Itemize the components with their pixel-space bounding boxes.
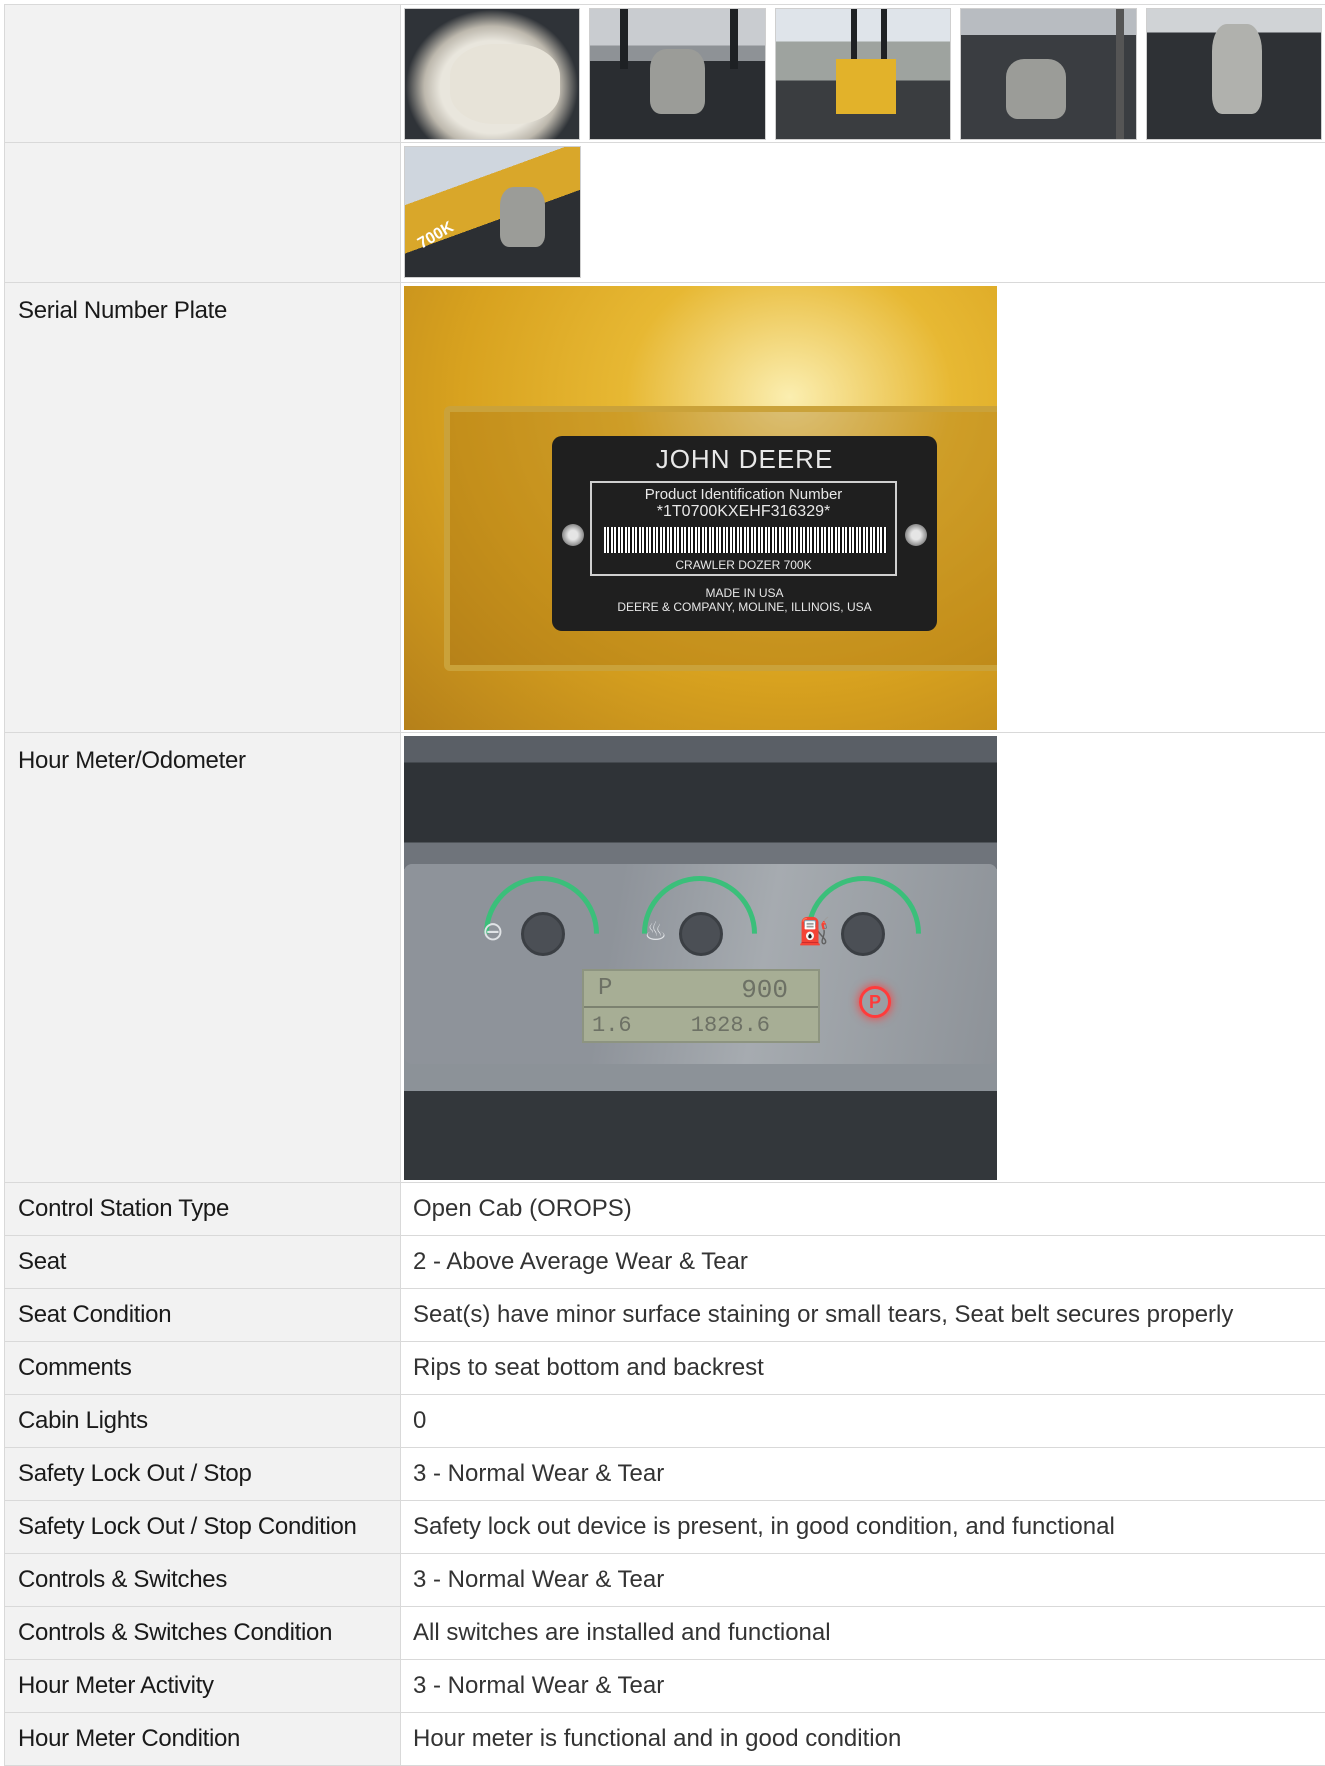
park-brake-icon: P (859, 986, 891, 1018)
photo-thumbnails: 700K (401, 143, 1325, 283)
row-value: 0 (401, 1395, 1325, 1448)
table-row: Controls & Switches3 - Normal Wear & Tea… (5, 1554, 1325, 1607)
lcd-display: P 900 1.6 1828.6 (582, 969, 820, 1043)
row-label: Seat Condition (5, 1289, 401, 1342)
photo-row-1 (5, 5, 1325, 143)
table-row: Seat2 - Above Average Wear & Tear (5, 1236, 1325, 1289)
row-label: Safety Lock Out / Stop (5, 1448, 401, 1501)
row-value: 3 - Normal Wear & Tear (401, 1660, 1325, 1713)
hour-meter-row: Hour Meter/Odometer ⊖ ♨ ⛽ P 900 1.6 (5, 733, 1325, 1183)
rpm-readout: 900 (741, 975, 788, 1005)
row-label: Controls & Switches Condition (5, 1607, 401, 1660)
dozer-rear-thumbnail[interactable] (775, 8, 951, 140)
row-value: Open Cab (OROPS) (401, 1183, 1325, 1236)
row-label: Seat (5, 1236, 401, 1289)
cab-left-thumbnail[interactable] (960, 8, 1136, 140)
plate-company: DEERE & COMPANY, MOLINE, ILLINOIS, USA (552, 600, 937, 614)
row-label: Hour Meter/Odometer (5, 733, 401, 1183)
model-badge: 700K (415, 219, 457, 254)
coolant-temp-icon: ♨ (644, 916, 667, 947)
table-row: Safety Lock Out / Stop3 - Normal Wear & … (5, 1448, 1325, 1501)
hours-readout: 1828.6 (691, 1013, 770, 1038)
table-row: CommentsRips to seat bottom and backrest (5, 1342, 1325, 1395)
serial-plate-photo[interactable]: JOHN DEERE Product Identification Number… (404, 286, 997, 730)
row-value: 3 - Normal Wear & Tear (401, 1448, 1325, 1501)
plate-pin: *1T0700KXEHF316329* (592, 503, 895, 521)
photo-row-label (5, 143, 401, 283)
row-label: Control Station Type (5, 1183, 401, 1236)
plate-model: CRAWLER DOZER 700K (592, 558, 895, 572)
photo-row-label (5, 5, 401, 143)
barcode (604, 527, 887, 553)
inspection-text-rows: Control Station TypeOpen Cab (OROPS)Seat… (4, 1182, 1325, 1766)
plate-made: MADE IN USA (552, 586, 937, 600)
plate-pin-title: Product Identification Number (592, 486, 895, 503)
table-row: Hour Meter ConditionHour meter is functi… (5, 1713, 1325, 1766)
table-row: Seat ConditionSeat(s) have minor surface… (5, 1289, 1325, 1342)
cab-side-thumbnail[interactable]: 700K (404, 146, 581, 278)
row-value: 3 - Normal Wear & Tear (401, 1554, 1325, 1607)
row-value: All switches are installed and functiona… (401, 1607, 1325, 1660)
row-value: Seat(s) have minor surface staining or s… (401, 1289, 1325, 1342)
table-row: Cabin Lights0 (5, 1395, 1325, 1448)
plate-brand: JOHN DEERE (552, 444, 937, 475)
row-label: Safety Lock Out / Stop Condition (5, 1501, 401, 1554)
row-value: Rips to seat bottom and backrest (401, 1342, 1325, 1395)
table-row: Controls & Switches ConditionAll switche… (5, 1607, 1325, 1660)
serial-plate-row: Serial Number Plate JOHN DEERE Product I… (5, 283, 1325, 733)
gear-readout: P (598, 975, 612, 1002)
serial-plate-photo-cell: JOHN DEERE Product Identification Number… (401, 283, 1325, 733)
oil-pressure-icon: ⊖ (482, 916, 504, 947)
hour-meter-photo[interactable]: ⊖ ♨ ⛽ P 900 1.6 1828.6 P (404, 736, 997, 1180)
row-value: 2 - Above Average Wear & Tear (401, 1236, 1325, 1289)
row-label: Serial Number Plate (5, 283, 401, 733)
row-label: Controls & Switches (5, 1554, 401, 1607)
hour-meter-photo-cell: ⊖ ♨ ⛽ P 900 1.6 1828.6 P (401, 733, 1325, 1183)
seat-front-thumbnail[interactable] (1146, 8, 1322, 140)
row-label: Hour Meter Activity (5, 1660, 401, 1713)
photo-thumbnails (401, 5, 1325, 143)
photo-row-2: 700K (5, 143, 1325, 283)
table-row: Hour Meter Activity3 - Normal Wear & Tea… (5, 1660, 1325, 1713)
table-row: Safety Lock Out / Stop ConditionSafety l… (5, 1501, 1325, 1554)
inspection-table: 700K Serial Number Plate JOHN DEERE Prod… (4, 4, 1325, 1183)
seat-closeup-thumbnail[interactable] (404, 8, 580, 140)
table-row: Control Station TypeOpen Cab (OROPS) (5, 1183, 1325, 1236)
row-value: Safety lock out device is present, in go… (401, 1501, 1325, 1554)
row-label: Cabin Lights (5, 1395, 401, 1448)
speed-readout: 1.6 (592, 1013, 632, 1038)
row-value: Hour meter is functional and in good con… (401, 1713, 1325, 1766)
fuel-icon: ⛽ (798, 916, 830, 947)
row-label: Hour Meter Condition (5, 1713, 401, 1766)
operator-station-thumbnail[interactable] (589, 8, 765, 140)
serial-plate: JOHN DEERE Product Identification Number… (552, 436, 937, 631)
row-label: Comments (5, 1342, 401, 1395)
